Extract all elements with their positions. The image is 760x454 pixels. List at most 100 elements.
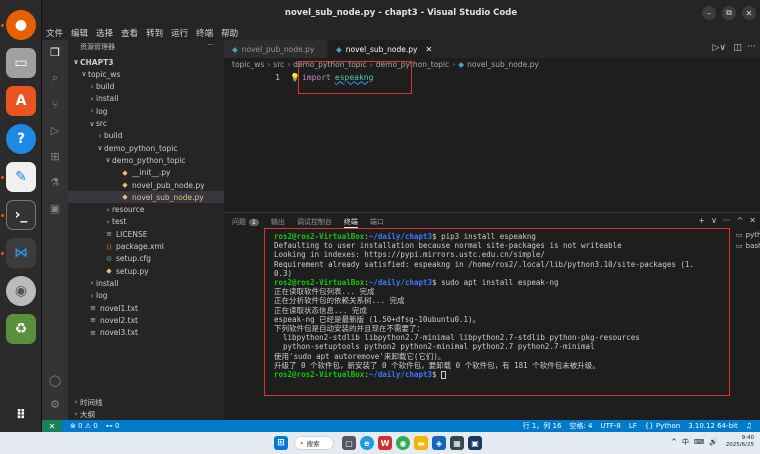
tree-folder[interactable]: › log — [68, 105, 224, 117]
tree-file[interactable]: ◆ novel_sub_node.py — [68, 191, 224, 204]
tree-folder[interactable]: › install — [68, 93, 224, 105]
more-actions-icon[interactable]: ··· — [723, 216, 731, 225]
menu-terminal[interactable]: 终端 — [196, 27, 213, 39]
files-icon[interactable]: ▭ — [6, 48, 36, 78]
keyboard-icon[interactable]: ⌨ — [694, 438, 704, 446]
python-interpreter[interactable]: 3.10.12 64-bit — [688, 422, 738, 430]
more-actions-icon[interactable]: ··· — [747, 42, 756, 52]
run-debug-icon[interactable]: ▷ — [47, 122, 63, 138]
language-mode[interactable]: {} Python — [645, 422, 680, 430]
tray-overflow-icon[interactable]: ^ — [671, 438, 677, 446]
tree-file[interactable]: ≡ LICENSE — [68, 228, 224, 240]
chevron-down-icon[interactable]: ∨ — [711, 216, 717, 225]
extensions-icon[interactable]: ⊞ — [47, 148, 63, 164]
search-icon[interactable]: ⌕ — [47, 70, 63, 86]
tree-file[interactable]: ⚙ setup.cfg — [68, 253, 224, 265]
breadcrumb-item[interactable]: topic_ws — [232, 60, 264, 69]
minimize-button[interactable]: – — [702, 6, 716, 20]
notifications-icon[interactable]: ♫ — [746, 422, 752, 430]
virtualbox-icon[interactable]: ▣ — [468, 436, 482, 450]
encoding[interactable]: UTF-8 — [600, 422, 620, 430]
testing-icon[interactable]: ⚗ — [47, 174, 63, 190]
terminal-instance-python3[interactable]: ▭python3 — [736, 229, 760, 240]
firefox-icon[interactable]: ● — [6, 10, 36, 40]
windows-start-icon[interactable]: ⊞ — [274, 436, 288, 450]
menu-help[interactable]: 帮助 — [221, 27, 238, 39]
menu-edit[interactable]: 编辑 — [71, 27, 88, 39]
tree-folder[interactable]: ∨ src — [68, 118, 224, 130]
terminal-icon[interactable]: ›_ — [6, 200, 36, 230]
terminal-instance-bash[interactable]: ▭bash — [736, 240, 760, 251]
tree-folder[interactable]: ∨ CHAPT3 — [68, 56, 224, 68]
tree-file[interactable]: ◆ setup.py — [68, 265, 224, 277]
volume-icon[interactable]: 🔊 — [709, 438, 718, 446]
problems-status[interactable]: ⊗ 0 ⚠ 0 — [70, 422, 98, 430]
wps-icon[interactable]: W — [378, 436, 392, 450]
close-button[interactable]: ✕ — [742, 6, 756, 20]
tree-file[interactable]: ≡ novel1.txt — [68, 302, 224, 314]
input-method-indicator[interactable]: 中 — [682, 437, 689, 447]
tree-folder[interactable]: ∨ demo_python_topic — [68, 154, 224, 166]
run-python-icon[interactable]: ▷∨ — [712, 43, 726, 53]
clock[interactable]: 9:40 2025/6/25 — [726, 435, 754, 449]
tree-folder[interactable]: › install — [68, 277, 224, 289]
tab-terminal[interactable]: 终端 — [343, 217, 358, 228]
indentation[interactable]: 空格: 4 — [569, 421, 592, 431]
menu-file[interactable]: 文件 — [46, 27, 63, 39]
file-explorer-icon[interactable]: ▬ — [414, 436, 428, 450]
breadcrumb-item[interactable]: novel_sub_node.py — [467, 60, 539, 69]
menu-selection[interactable]: 选择 — [96, 27, 113, 39]
task-view-icon[interactable]: ▢ — [342, 436, 356, 450]
tree-file[interactable]: ⟨⟩ package.xml — [68, 241, 224, 253]
ports-status[interactable]: ⊷ 0 — [106, 422, 120, 430]
source-control-icon[interactable]: ⑂ — [47, 96, 63, 112]
end-of-line[interactable]: LF — [629, 422, 637, 430]
tree-file[interactable]: ≡ novel2.txt — [68, 314, 224, 326]
help-icon[interactable]: ? — [6, 124, 36, 154]
maximize-button[interactable]: ⧉ — [722, 6, 736, 20]
vscode-icon[interactable]: ⋈ — [6, 238, 36, 268]
breadcrumb-item[interactable]: src — [273, 60, 284, 69]
menu-view[interactable]: 查看 — [121, 27, 138, 39]
close-panel-icon[interactable]: ✕ — [749, 216, 756, 225]
tree-folder[interactable]: › build — [68, 81, 224, 93]
menu-run[interactable]: 运行 — [171, 27, 188, 39]
trash-icon[interactable]: ♻ — [6, 314, 36, 344]
tree-file[interactable]: ◆ __init__.py — [68, 167, 224, 179]
edge-icon[interactable]: e — [360, 436, 374, 450]
tree-folder[interactable]: ∨ demo_python_topic — [68, 142, 224, 154]
outline-section[interactable]: › 大纲 — [68, 408, 224, 420]
taskbar-search[interactable]: ⌕ 搜索 — [294, 436, 334, 450]
cursor-position[interactable]: 行 1，列 16 — [523, 421, 562, 431]
app-icon[interactable]: ◈ — [432, 436, 446, 450]
tree-folder[interactable]: › resource — [68, 204, 224, 216]
menu-go[interactable]: 转到 — [146, 27, 163, 39]
tab-ports[interactable]: 端口 — [370, 217, 384, 227]
tab-debug-console[interactable]: 调试控制台 — [297, 217, 332, 227]
maximize-panel-icon[interactable]: ^ — [737, 216, 744, 225]
explorer-icon[interactable]: ❐ — [47, 44, 63, 60]
tree-file[interactable]: ≡ novel3.txt — [68, 327, 224, 339]
tree-folder[interactable]: › log — [68, 290, 224, 302]
remote-indicator[interactable]: ✕ — [42, 420, 62, 432]
tab-novel-sub-node[interactable]: ◆ novel_sub_node.py ✕ — [328, 40, 432, 58]
settings-gear-icon[interactable]: ⚙ — [47, 396, 63, 412]
tree-file[interactable]: ◆ novel_pub_node.py — [68, 179, 224, 191]
chrome-icon[interactable]: ◉ — [396, 436, 410, 450]
tab-output[interactable]: 输出 — [271, 217, 285, 227]
new-terminal-icon[interactable]: + — [698, 216, 705, 225]
tree-folder[interactable]: ∨ topic_ws — [68, 68, 224, 80]
more-actions-icon[interactable]: ··· — [207, 41, 214, 49]
tab-problems[interactable]: 问题 1 — [232, 217, 259, 227]
tab-novel-pub-node[interactable]: ◆ novel_pub_node.py — [224, 40, 328, 58]
app-icon[interactable]: ▦ — [450, 436, 464, 450]
text-editor-icon[interactable]: ✎ — [6, 162, 36, 192]
split-editor-icon[interactable]: ◫ — [733, 43, 742, 53]
tree-folder[interactable]: › build — [68, 130, 224, 142]
disc-icon[interactable]: ◉ — [6, 276, 36, 306]
app-store-icon[interactable]: A — [6, 86, 36, 116]
close-tab-icon[interactable]: ✕ — [425, 45, 432, 54]
account-icon[interactable]: ◯ — [47, 372, 63, 388]
remote-explorer-icon[interactable]: ▣ — [47, 200, 63, 216]
app-grid-icon[interactable]: ⠿ — [6, 400, 36, 430]
